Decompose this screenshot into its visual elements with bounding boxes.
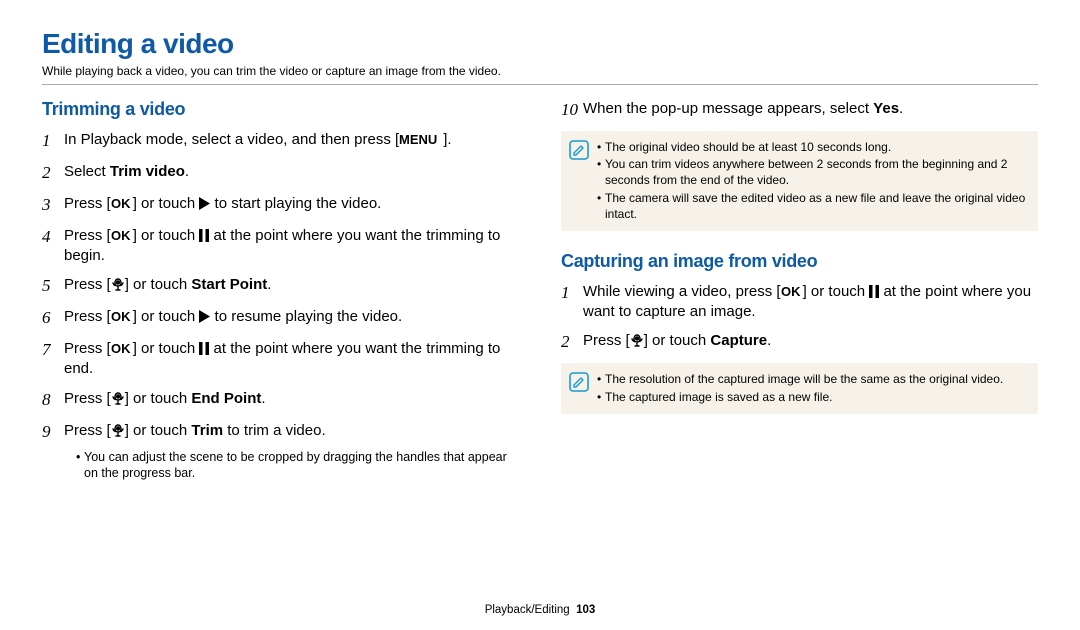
step-bold: Trim — [191, 422, 223, 439]
page-title: Editing a video — [42, 28, 1038, 60]
macro-icon — [111, 391, 125, 405]
note-item: The captured image is saved as a new fil… — [597, 389, 1028, 405]
note-box-1: The original video should be at least 10… — [561, 131, 1038, 231]
step-item: 7Press [OK] or touch at the point where … — [42, 339, 519, 380]
pause-icon — [199, 229, 209, 242]
note-2-list: The resolution of the captured image wil… — [597, 371, 1028, 405]
step-number: 9 — [42, 421, 64, 444]
step-number: 7 — [42, 339, 64, 380]
svg-text:OK: OK — [111, 309, 131, 323]
step-text: Press [] or touch Start Point. — [64, 275, 519, 298]
svg-text:MENU: MENU — [399, 132, 437, 146]
step-item: 9Press [] or touch Trim to trim a video. — [42, 421, 519, 444]
step-text: When the pop-up message appears, select … — [583, 99, 1038, 122]
note-icon — [569, 140, 589, 223]
step-number: 4 — [42, 226, 64, 267]
capturing-steps: 1While viewing a video, press [OK] or to… — [561, 282, 1038, 354]
step-text: Press [] or touch End Point. — [64, 389, 519, 412]
step-number: 2 — [42, 162, 64, 185]
step-item: 5Press [] or touch Start Point. — [42, 275, 519, 298]
page-subtitle: While playing back a video, you can trim… — [42, 64, 1038, 85]
note-icon — [569, 372, 589, 405]
step-bold: End Point — [191, 390, 261, 407]
step-text: In Playback mode, select a video, and th… — [64, 130, 519, 153]
sub-bullet: You can adjust the scene to be cropped b… — [76, 449, 519, 483]
step-item: 1While viewing a video, press [OK] or to… — [561, 282, 1038, 323]
step-text: Press [] or touch Trim to trim a video. — [64, 421, 519, 444]
step-item: 2Select Trim video. — [42, 162, 519, 185]
macro-icon — [111, 277, 125, 291]
step-item: 6Press [OK] or touch to resume playing t… — [42, 307, 519, 330]
note-item: The original video should be at least 10… — [597, 139, 1028, 155]
step-item: 4Press [OK] or touch at the point where … — [42, 226, 519, 267]
note-item: The resolution of the captured image wil… — [597, 371, 1028, 387]
step-item: 8Press [] or touch End Point. — [42, 389, 519, 412]
section-capturing: Capturing an image from video — [561, 251, 1038, 272]
step-number: 8 — [42, 389, 64, 412]
step-bold: Capture — [710, 332, 767, 349]
trimming-steps: 1In Playback mode, select a video, and t… — [42, 130, 519, 444]
step-item: 1In Playback mode, select a video, and t… — [42, 130, 519, 153]
step-number: 5 — [42, 275, 64, 298]
step-number: 1 — [561, 282, 583, 323]
pause-icon — [199, 342, 209, 355]
ok-icon: OK — [781, 284, 803, 298]
step-text: Select Trim video. — [64, 162, 519, 185]
svg-text:OK: OK — [111, 228, 131, 242]
pencil-note-icon — [569, 379, 589, 396]
step-text: Press [] or touch Capture. — [583, 331, 1038, 354]
footer-page-number: 103 — [576, 604, 595, 616]
trimming-sub-bullets: You can adjust the scene to be cropped b… — [42, 449, 519, 483]
svg-text:OK: OK — [111, 196, 131, 210]
two-column-layout: Trimming a video 1In Playback mode, sele… — [42, 99, 1038, 490]
step-number: 10 — [561, 99, 583, 122]
step-item: 10When the pop-up message appears, selec… — [561, 99, 1038, 122]
ok-icon: OK — [111, 196, 133, 210]
pencil-note-icon — [569, 147, 589, 164]
svg-text:OK: OK — [111, 341, 131, 355]
macro-icon — [630, 333, 644, 347]
step-item: 2Press [] or touch Capture. — [561, 331, 1038, 354]
left-column: Trimming a video 1In Playback mode, sele… — [42, 99, 519, 490]
page-footer: Playback/Editing 103 — [0, 604, 1080, 616]
step-text: Press [OK] or touch to start playing the… — [64, 194, 519, 217]
menu-icon: MENU — [399, 132, 443, 146]
step-number: 1 — [42, 130, 64, 153]
step-text: Press [OK] or touch at the point where y… — [64, 226, 519, 267]
note-item: You can trim videos anywhere between 2 s… — [597, 156, 1028, 188]
footer-section: Playback/Editing — [485, 604, 570, 616]
step-bold: Start Point — [191, 276, 267, 293]
note-box-2: The resolution of the captured image wil… — [561, 363, 1038, 413]
step-10: 10When the pop-up message appears, selec… — [561, 99, 1038, 122]
step-number: 6 — [42, 307, 64, 330]
section-trimming: Trimming a video — [42, 99, 519, 120]
ok-icon: OK — [111, 341, 133, 355]
play-icon — [199, 197, 210, 210]
right-column: 10When the pop-up message appears, selec… — [561, 99, 1038, 490]
note-item: The camera will save the edited video as… — [597, 190, 1028, 222]
step-text: Press [OK] or touch at the point where y… — [64, 339, 519, 380]
step-text: Press [OK] or touch to resume playing th… — [64, 307, 519, 330]
step-bold: Yes — [873, 100, 899, 117]
step-text: While viewing a video, press [OK] or tou… — [583, 282, 1038, 323]
step-number: 2 — [561, 331, 583, 354]
step-bold: Trim video — [110, 163, 185, 180]
ok-icon: OK — [111, 228, 133, 242]
macro-icon — [111, 423, 125, 437]
step-number: 3 — [42, 194, 64, 217]
note-1-list: The original video should be at least 10… — [597, 139, 1028, 223]
play-icon — [199, 310, 210, 323]
pause-icon — [869, 285, 879, 298]
svg-text:OK: OK — [781, 284, 801, 298]
ok-icon: OK — [111, 309, 133, 323]
step-item: 3Press [OK] or touch to start playing th… — [42, 194, 519, 217]
